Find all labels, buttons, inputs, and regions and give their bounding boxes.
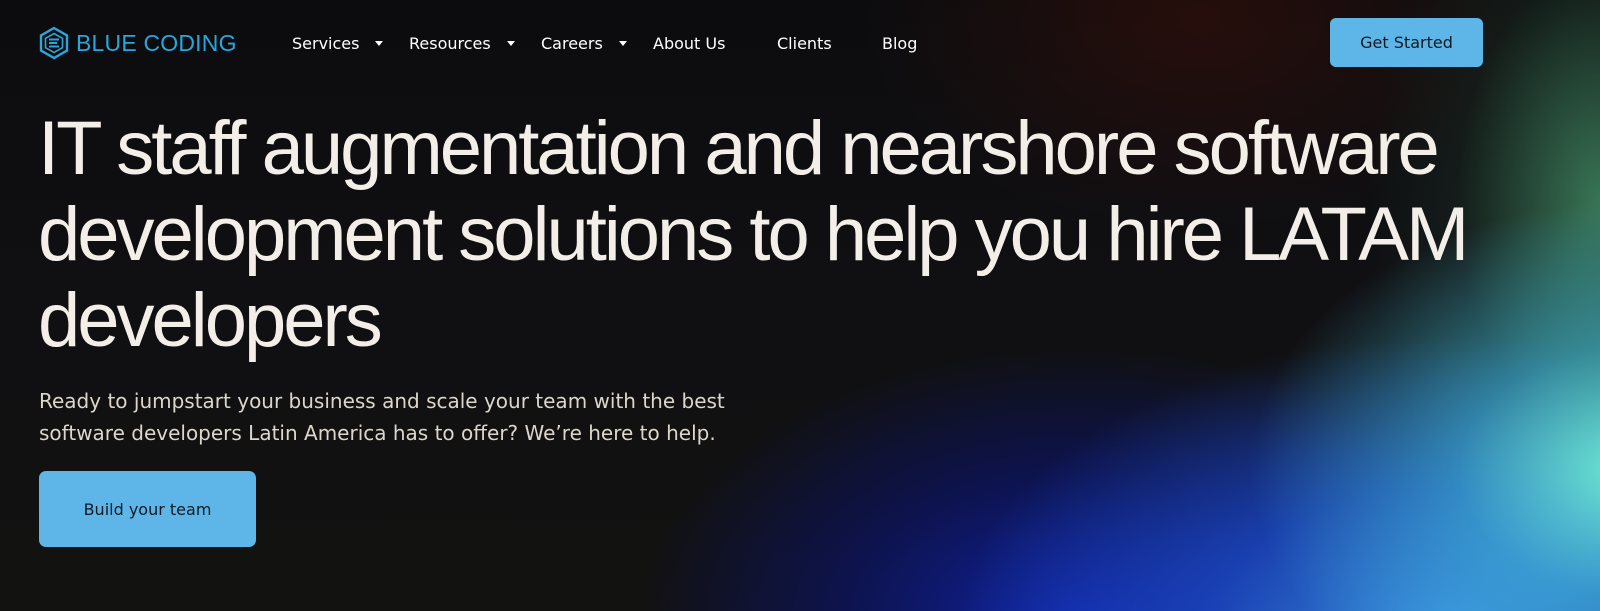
hero-title: IT staff augmentation and nearshore soft… xyxy=(38,106,1518,364)
chevron-down-icon xyxy=(375,40,384,46)
nav-item-services[interactable]: Services xyxy=(292,30,384,56)
get-started-button[interactable]: Get Started xyxy=(1330,18,1483,67)
build-your-team-button[interactable]: Build your team xyxy=(39,471,256,547)
nav-item-clients[interactable]: Clients xyxy=(777,30,832,56)
brand-logo[interactable]: BLUE CODING xyxy=(38,26,237,60)
top-navigation: BLUE CODING Services Resources Careers A… xyxy=(0,0,1600,86)
nav-item-label: Resources xyxy=(409,33,491,53)
nav-item-label: Clients xyxy=(777,33,832,53)
nav-item-label: About Us xyxy=(653,33,726,53)
hero-title-line: development solutions to help you hire L… xyxy=(38,192,1469,277)
nav-item-label: Careers xyxy=(541,33,603,53)
brand-name: BLUE CODING xyxy=(76,29,237,56)
nav-item-careers[interactable]: Careers xyxy=(541,30,627,56)
hexagon-logo-icon xyxy=(39,26,69,60)
nav-item-resources[interactable]: Resources xyxy=(409,30,515,56)
nav-item-label: Blog xyxy=(882,33,918,53)
hero-subtitle-line: software developers Latin America has to… xyxy=(39,421,716,445)
chevron-down-icon xyxy=(618,40,627,46)
chevron-down-icon xyxy=(506,40,515,46)
hero-title-line: developers xyxy=(38,278,383,363)
hero-title-line: IT staff augmentation and nearshore soft… xyxy=(38,106,1440,191)
nav-item-label: Services xyxy=(292,33,360,53)
nav-item-about-us[interactable]: About Us xyxy=(653,30,725,56)
hero-subtitle-line: Ready to jumpstart your business and sca… xyxy=(39,389,725,413)
hero-subtitle: Ready to jumpstart your business and sca… xyxy=(39,385,779,449)
nav-item-blog[interactable]: Blog xyxy=(882,30,917,56)
